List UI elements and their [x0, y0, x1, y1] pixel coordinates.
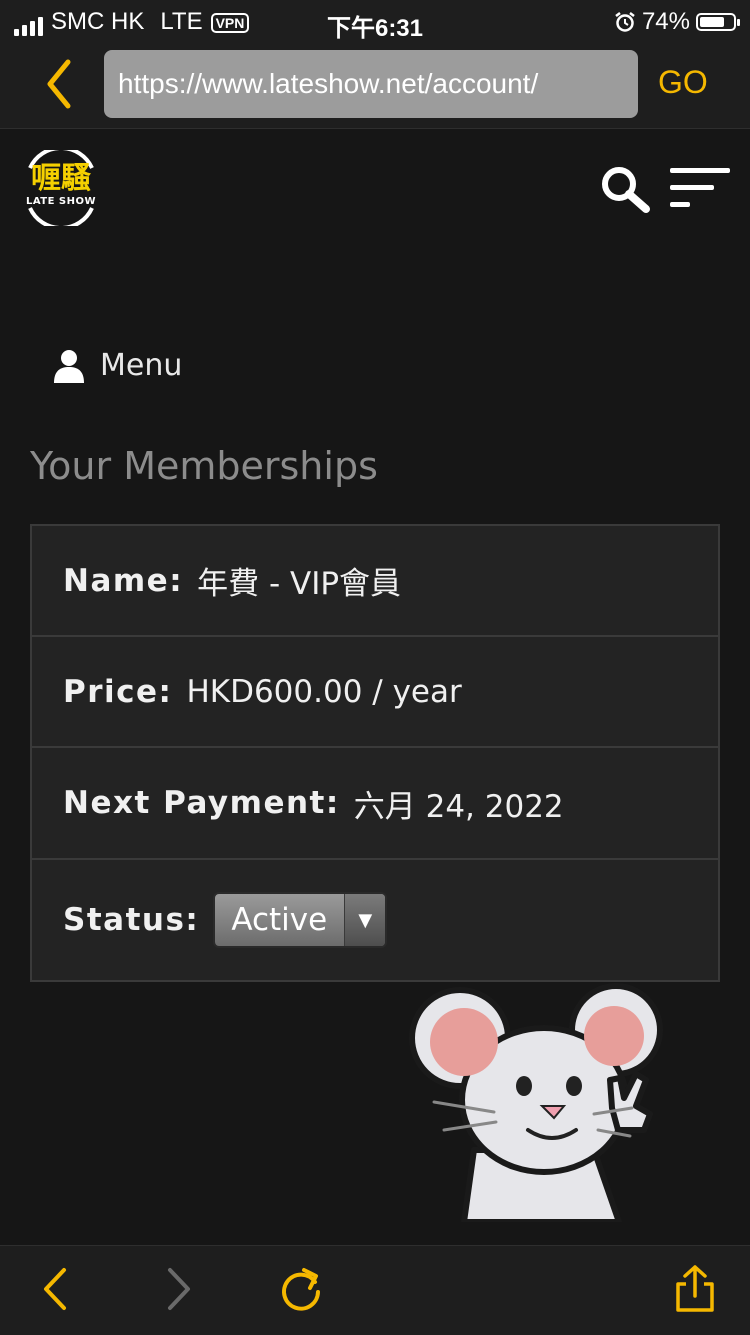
membership-price-row: Price: HKD600.00 / year: [32, 637, 718, 748]
chevron-down-icon: ▼: [344, 894, 386, 946]
browser-toolbar: [0, 1245, 750, 1335]
mouse-mascot-sticker: [409, 983, 663, 1222]
status-select-value: Active: [231, 902, 328, 938]
next-payment-label: Next Payment:: [63, 785, 340, 821]
price-label: Price:: [63, 673, 173, 710]
membership-name-row: Name: 年費 - VIP會員: [32, 526, 718, 637]
refresh-icon[interactable]: [276, 1264, 326, 1314]
battery-percent: 74%: [641, 8, 690, 35]
name-value: 年費 - VIP會員: [197, 566, 402, 602]
logo-text: 喱騷: [31, 161, 91, 196]
search-icon[interactable]: [598, 164, 652, 214]
membership-status-row: Status: Active ▼: [32, 860, 718, 980]
battery-icon: [696, 13, 740, 31]
memberships-heading: Your Memberships: [30, 444, 378, 488]
membership-table: Name: 年費 - VIP會員 Price: HKD600.00 / year…: [30, 524, 720, 982]
browser-url-bar: GO: [0, 42, 750, 129]
url-input[interactable]: [104, 50, 638, 118]
go-button[interactable]: GO: [658, 64, 708, 101]
next-payment-value: 六月 24, 2022: [353, 788, 564, 825]
user-icon: [54, 349, 84, 383]
status-select[interactable]: Active ▼: [213, 892, 388, 948]
logo-subtext: LATE SHOW: [25, 196, 97, 207]
back-arrow-icon[interactable]: [32, 1264, 82, 1314]
membership-next-payment-row: Next Payment: 六月 24, 2022: [32, 748, 718, 860]
account-menu-label: Menu: [100, 348, 183, 383]
status-label: Status:: [63, 902, 200, 938]
status-right: 74%: [614, 8, 740, 36]
share-icon[interactable]: [670, 1264, 720, 1314]
site-logo[interactable]: 喱騷 LATE SHOW: [16, 146, 106, 230]
alarm-icon: [615, 12, 635, 32]
price-value: HKD600.00 / year: [186, 673, 462, 710]
forward-arrow-icon[interactable]: [152, 1264, 202, 1314]
name-label: Name:: [63, 562, 184, 599]
account-menu-toggle[interactable]: Menu: [54, 348, 182, 383]
hamburger-menu-icon[interactable]: [668, 168, 732, 210]
browser-back-icon[interactable]: [40, 56, 80, 112]
status-bar: SMC HK LTE VPN 下午6:31 74%: [0, 0, 750, 42]
